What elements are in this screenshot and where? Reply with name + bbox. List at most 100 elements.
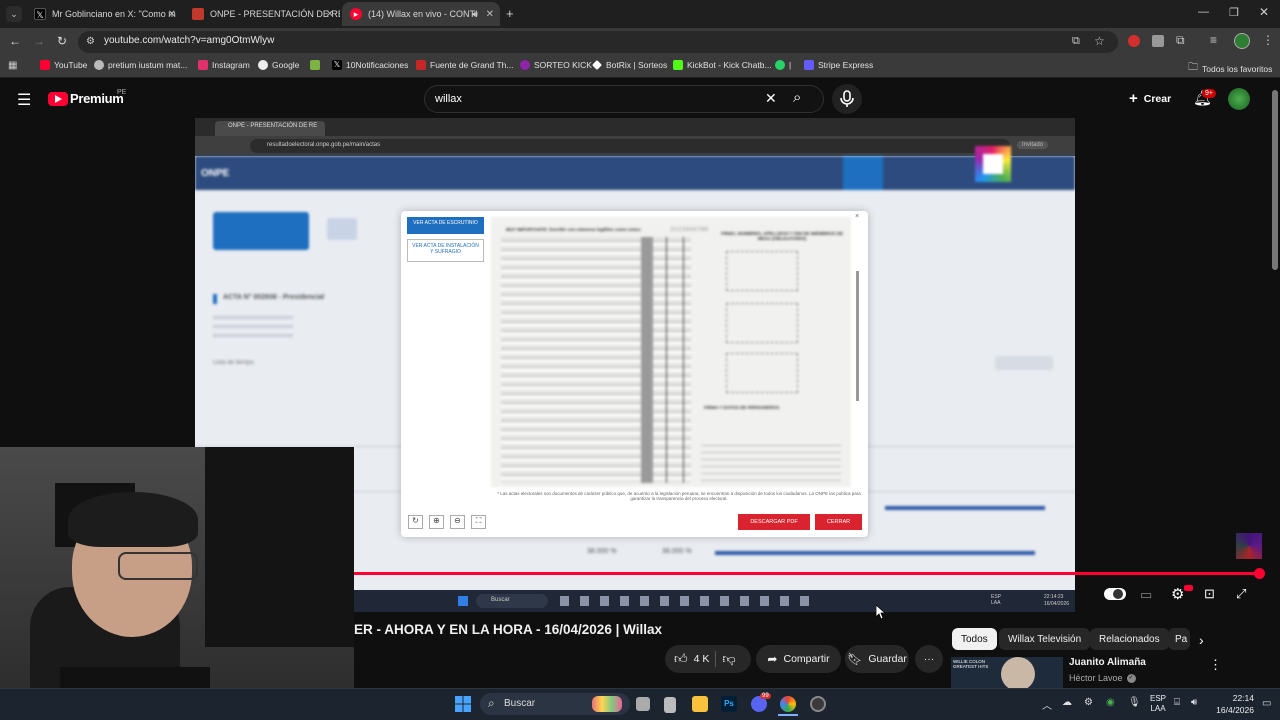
voice-search-button[interactable] [832,84,862,114]
tab-search-button[interactable]: ⌄ [6,6,22,22]
subtitles-icon[interactable]: ▭ [1140,587,1152,603]
search-icon[interactable]: ⌕ [793,89,801,106]
youtube-logo-icon[interactable] [48,92,68,106]
descargar-pdf-button[interactable]: DESCARGAR PDF [738,514,810,530]
cerrar-button[interactable]: CERRAR [815,514,862,530]
fullscreen-icon[interactable]: ⛶ [471,515,486,529]
file-explorer-icon[interactable] [692,696,708,712]
tab-onpe[interactable]: ONPE - PRESENTACIÓN DE RES ✕ [184,2,340,26]
create-button[interactable]: + Crear [1129,90,1171,107]
notifications-center-icon[interactable]: ▭ [1262,698,1271,709]
chrome-icon[interactable] [780,696,796,712]
progress-scrubber[interactable] [1254,568,1265,579]
back-icon[interactable]: ← [9,34,21,48]
dislike-button[interactable]: 👎︎ [722,651,735,667]
app-icon[interactable] [664,697,676,713]
google-icon [258,60,268,70]
modal-close-icon[interactable]: × [855,213,859,220]
minimize-button[interactable]: — [1198,6,1209,18]
extensions-puzzle-icon[interactable]: ⧉ [1176,33,1185,48]
bookmark-whatsapp[interactable]: | [775,60,791,70]
rec-title[interactable]: Juanito Alimaña [1069,657,1146,668]
clock-date[interactable]: 16/4/2026 [1208,705,1254,715]
zoom-in-icon[interactable]: ⊕ [429,515,444,529]
bookmark-10notificaciones[interactable]: 𝕏 10Notificaciones [332,60,408,70]
close-icon[interactable]: ✕ [486,9,494,20]
tab-x[interactable]: 𝕏 Mr Goblinciano en X: "Como m ✕ [26,2,182,26]
language-indicator[interactable]: ESP LAA [1150,694,1166,714]
chip-willax[interactable]: Willax Televisión [999,628,1091,650]
more-actions-button[interactable]: ··· [915,645,943,673]
rotate-icon[interactable]: ↻ [408,515,423,529]
close-window-button[interactable]: ✕ [1259,5,1269,19]
close-icon[interactable]: ✕ [326,9,334,20]
network-icon[interactable]: ⌸ [1174,697,1180,708]
miniplayer-icon[interactable]: ⊡ [1204,586,1215,602]
hamburger-menu-icon[interactable]: ☰ [17,90,31,110]
account-avatar[interactable] [1228,88,1250,110]
omnibox[interactable]: ⚙ youtube.com/watch?v=amg0OtmWlyw ⧉ ☆ [78,31,1118,53]
bookmark-kickbot[interactable]: KickBot - Kick Chatb... [673,60,772,70]
clock-time[interactable]: 22:14 [1214,693,1254,703]
kebab-menu-icon[interactable]: ⋮ [1262,33,1274,47]
rec-menu-icon[interactable]: ⋮ [1209,657,1222,673]
bookmark-pretium[interactable]: pretium iustum mat... [94,60,187,70]
photoshop-icon[interactable]: Ps [721,696,737,712]
search-box[interactable]: willax ✕ ⌕ [424,85,824,113]
rec-thumbnail[interactable]: WILLIE COLON GREATEST HITS [951,657,1063,691]
bookmark-youtube[interactable]: YouTube [40,60,87,70]
rec-channel[interactable]: Héctor Lavoe [1069,673,1123,683]
restore-button[interactable]: ❐ [1229,6,1239,19]
reload-icon[interactable]: ↻ [57,34,67,48]
tab-ver-acta-escrutinio[interactable]: VER ACTA DE ESCRUTINIO [407,217,484,234]
cast-icon[interactable]: ⧉ [1072,35,1080,48]
autoplay-toggle[interactable] [1104,588,1126,600]
all-favorites-folder[interactable]: 🗀 Todos los favoritos [1188,60,1272,77]
bookmark-unnamed[interactable] [310,60,320,70]
bookmark-sorteo-kick[interactable]: SORTEO KICK [520,60,592,70]
bookmark-stripe[interactable]: Stripe Express [804,60,873,70]
extension-icon[interactable] [1152,35,1164,47]
taskbar-search-box[interactable]: ⌕ Buscar [480,693,630,715]
settings-gear-icon[interactable]: ⚙ [1171,585,1184,603]
chips-next-icon[interactable]: › [1199,632,1204,648]
video-progress-bar[interactable] [354,572,1260,575]
like-button[interactable]: 👍︎ [674,651,688,667]
bookmark-instagram[interactable]: Instagram [198,60,250,70]
tab-youtube[interactable]: ▸ (14) Willax en vivo - CONTI 🔊︎ ✕ [342,2,500,26]
search-input[interactable]: willax [435,93,462,105]
fullscreen-icon[interactable]: ⤢ [1236,586,1246,602]
forward-icon[interactable]: → [33,34,45,48]
chip-todos[interactable]: Todos [952,628,997,650]
bookmark-grand-theft[interactable]: Fuente de Grand Th... [416,60,513,70]
tray-icon[interactable]: ⚙ [1084,697,1093,708]
chip-more[interactable]: Pa [1168,628,1190,650]
profile-avatar[interactable] [1234,33,1250,49]
tray-icon[interactable]: ◉ [1106,697,1115,708]
task-view-icon[interactable] [636,697,650,711]
chip-relacionados[interactable]: Relacionados [1090,628,1169,650]
bookmark-star-icon[interactable]: ☆ [1094,34,1105,48]
share-button[interactable]: ➦ Compartir [756,645,841,673]
reading-list-icon[interactable]: ≡ [1210,33,1217,47]
tab-ver-acta-instalacion[interactable]: VER ACTA DE INSTALACIÓN Y SUFRAGIO [407,239,484,262]
close-icon[interactable]: ✕ [168,9,176,20]
volume-icon[interactable]: 🔊︎ [1191,697,1197,708]
modal-scrollbar[interactable] [856,271,859,401]
microphone-tray-icon[interactable]: 🎙︎ [1128,697,1141,708]
obs-icon[interactable] [810,696,826,712]
windows-start-icon[interactable] [455,696,471,712]
zoom-out-icon[interactable]: ⊖ [450,515,465,529]
page-scrollbar[interactable] [1272,90,1278,270]
apps-grid-icon[interactable]: ▦ [8,60,17,71]
speaker-icon[interactable]: 🔊︎ [472,9,478,20]
site-info-icon[interactable]: ⚙ [86,36,95,47]
extension-icon[interactable] [1128,35,1140,47]
new-tab-button[interactable]: + [506,6,514,21]
tray-icon[interactable]: ☁ [1062,697,1072,708]
bookmark-botrix[interactable]: BotRix | Sorteos [592,60,667,70]
tray-chevron-icon[interactable]: ︿ [1042,697,1052,712]
clear-search-icon[interactable]: ✕ [765,90,777,107]
save-button[interactable]: 🔖︎ Guardar [845,645,909,673]
bookmark-google[interactable]: Google [258,60,299,70]
